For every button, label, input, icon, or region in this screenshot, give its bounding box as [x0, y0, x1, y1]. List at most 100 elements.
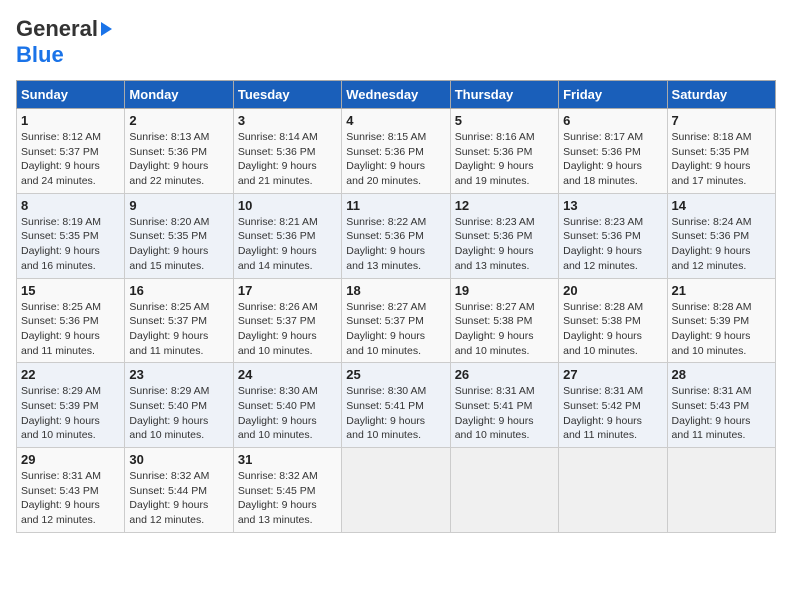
day-number: 30	[129, 452, 228, 467]
day-info: Sunrise: 8:20 AMSunset: 5:35 PMDaylight:…	[129, 215, 228, 274]
day-info: Sunrise: 8:23 AMSunset: 5:36 PMDaylight:…	[563, 215, 662, 274]
day-info: Sunrise: 8:24 AMSunset: 5:36 PMDaylight:…	[672, 215, 771, 274]
day-number: 26	[455, 367, 554, 382]
calendar-cell: 1 Sunrise: 8:12 AMSunset: 5:37 PMDaylight…	[17, 109, 125, 194]
day-number: 18	[346, 283, 445, 298]
day-info: Sunrise: 8:31 AMSunset: 5:43 PMDaylight:…	[21, 469, 120, 528]
day-info: Sunrise: 8:12 AMSunset: 5:37 PMDaylight:…	[21, 130, 120, 189]
day-info: Sunrise: 8:32 AMSunset: 5:44 PMDaylight:…	[129, 469, 228, 528]
calendar-week-row: 8 Sunrise: 8:19 AMSunset: 5:35 PMDaylight…	[17, 193, 776, 278]
day-number: 7	[672, 113, 771, 128]
calendar-cell: 7 Sunrise: 8:18 AMSunset: 5:35 PMDaylight…	[667, 109, 775, 194]
day-number: 24	[238, 367, 337, 382]
logo-arrow-icon	[101, 22, 112, 36]
day-number: 4	[346, 113, 445, 128]
calendar-week-row: 15 Sunrise: 8:25 AMSunset: 5:36 PMDayligh…	[17, 278, 776, 363]
day-info: Sunrise: 8:29 AMSunset: 5:39 PMDaylight:…	[21, 384, 120, 443]
calendar-cell: 17 Sunrise: 8:26 AMSunset: 5:37 PMDayligh…	[233, 278, 341, 363]
weekday-header: Sunday	[17, 81, 125, 109]
day-info: Sunrise: 8:30 AMSunset: 5:40 PMDaylight:…	[238, 384, 337, 443]
calendar-week-row: 22 Sunrise: 8:29 AMSunset: 5:39 PMDayligh…	[17, 363, 776, 448]
calendar-cell: 13 Sunrise: 8:23 AMSunset: 5:36 PMDayligh…	[559, 193, 667, 278]
day-info: Sunrise: 8:17 AMSunset: 5:36 PMDaylight:…	[563, 130, 662, 189]
calendar-cell: 19 Sunrise: 8:27 AMSunset: 5:38 PMDayligh…	[450, 278, 558, 363]
calendar-cell: 4 Sunrise: 8:15 AMSunset: 5:36 PMDaylight…	[342, 109, 450, 194]
calendar-cell: 5Sunrise: 8:16 AMSunset: 5:36 PMDaylight…	[450, 109, 558, 194]
day-info: Sunrise: 8:29 AMSunset: 5:40 PMDaylight:…	[129, 384, 228, 443]
calendar-cell: 22 Sunrise: 8:29 AMSunset: 5:39 PMDayligh…	[17, 363, 125, 448]
weekday-header: Tuesday	[233, 81, 341, 109]
day-info: Sunrise: 8:18 AMSunset: 5:35 PMDaylight:…	[672, 130, 771, 189]
calendar-cell	[450, 448, 558, 533]
weekday-header: Wednesday	[342, 81, 450, 109]
day-number: 21	[672, 283, 771, 298]
day-info: Sunrise: 8:13 AMSunset: 5:36 PMDaylight:…	[129, 130, 228, 189]
day-number: 31	[238, 452, 337, 467]
day-number: 25	[346, 367, 445, 382]
day-number: 16	[129, 283, 228, 298]
day-info: Sunrise: 8:26 AMSunset: 5:37 PMDaylight:…	[238, 300, 337, 359]
day-number: 3	[238, 113, 337, 128]
weekday-header: Thursday	[450, 81, 558, 109]
calendar-table: SundayMondayTuesdayWednesdayThursdayFrid…	[16, 80, 776, 533]
day-number: 10	[238, 198, 337, 213]
day-info: Sunrise: 8:27 AMSunset: 5:38 PMDaylight:…	[455, 300, 554, 359]
weekday-header: Saturday	[667, 81, 775, 109]
calendar-cell: 25 Sunrise: 8:30 AMSunset: 5:41 PMDayligh…	[342, 363, 450, 448]
calendar-cell: 3 Sunrise: 8:14 AMSunset: 5:36 PMDaylight…	[233, 109, 341, 194]
calendar-cell: 29 Sunrise: 8:31 AMSunset: 5:43 PMDayligh…	[17, 448, 125, 533]
calendar-week-row: 29 Sunrise: 8:31 AMSunset: 5:43 PMDayligh…	[17, 448, 776, 533]
calendar-cell: 18Sunrise: 8:27 AMSunset: 5:37 PMDayligh…	[342, 278, 450, 363]
day-number: 17	[238, 283, 337, 298]
calendar-cell: 6 Sunrise: 8:17 AMSunset: 5:36 PMDaylight…	[559, 109, 667, 194]
day-number: 6	[563, 113, 662, 128]
day-info: Sunrise: 8:21 AMSunset: 5:36 PMDaylight:…	[238, 215, 337, 274]
weekday-header: Monday	[125, 81, 233, 109]
day-number: 11	[346, 198, 445, 213]
day-number: 13	[563, 198, 662, 213]
calendar-cell	[342, 448, 450, 533]
calendar-cell: 21Sunrise: 8:28 AMSunset: 5:39 PMDayligh…	[667, 278, 775, 363]
day-number: 2	[129, 113, 228, 128]
day-info: Sunrise: 8:25 AMSunset: 5:37 PMDaylight:…	[129, 300, 228, 359]
day-number: 12	[455, 198, 554, 213]
calendar-cell: 14Sunrise: 8:24 AMSunset: 5:36 PMDayligh…	[667, 193, 775, 278]
day-number: 20	[563, 283, 662, 298]
calendar-cell: 10 Sunrise: 8:21 AMSunset: 5:36 PMDayligh…	[233, 193, 341, 278]
calendar-cell: 23Sunrise: 8:29 AMSunset: 5:40 PMDayligh…	[125, 363, 233, 448]
calendar-cell: 11 Sunrise: 8:22 AMSunset: 5:36 PMDayligh…	[342, 193, 450, 278]
day-number: 29	[21, 452, 120, 467]
calendar-cell: 24 Sunrise: 8:30 AMSunset: 5:40 PMDayligh…	[233, 363, 341, 448]
logo-general: General	[16, 16, 98, 42]
calendar-cell	[559, 448, 667, 533]
day-number: 19	[455, 283, 554, 298]
day-info: Sunrise: 8:23 AMSunset: 5:36 PMDaylight:…	[455, 215, 554, 274]
day-info: Sunrise: 8:31 AMSunset: 5:42 PMDaylight:…	[563, 384, 662, 443]
day-info: Sunrise: 8:22 AMSunset: 5:36 PMDaylight:…	[346, 215, 445, 274]
calendar-header-row: SundayMondayTuesdayWednesdayThursdayFrid…	[17, 81, 776, 109]
day-info: Sunrise: 8:30 AMSunset: 5:41 PMDaylight:…	[346, 384, 445, 443]
day-info: Sunrise: 8:31 AMSunset: 5:43 PMDaylight:…	[672, 384, 771, 443]
day-info: Sunrise: 8:14 AMSunset: 5:36 PMDaylight:…	[238, 130, 337, 189]
calendar-cell: 26 Sunrise: 8:31 AMSunset: 5:41 PMDayligh…	[450, 363, 558, 448]
day-number: 15	[21, 283, 120, 298]
day-number: 8	[21, 198, 120, 213]
day-number: 1	[21, 113, 120, 128]
day-info: Sunrise: 8:32 AMSunset: 5:45 PMDaylight:…	[238, 469, 337, 528]
day-info: Sunrise: 8:19 AMSunset: 5:35 PMDaylight:…	[21, 215, 120, 274]
day-info: Sunrise: 8:28 AMSunset: 5:38 PMDaylight:…	[563, 300, 662, 359]
logo-blue: Blue	[16, 42, 64, 67]
day-number: 9	[129, 198, 228, 213]
day-info: Sunrise: 8:25 AMSunset: 5:36 PMDaylight:…	[21, 300, 120, 359]
calendar-cell: 9 Sunrise: 8:20 AMSunset: 5:35 PMDaylight…	[125, 193, 233, 278]
calendar-cell: 30 Sunrise: 8:32 AMSunset: 5:44 PMDayligh…	[125, 448, 233, 533]
day-number: 22	[21, 367, 120, 382]
calendar-cell	[667, 448, 775, 533]
calendar-cell: 16 Sunrise: 8:25 AMSunset: 5:37 PMDayligh…	[125, 278, 233, 363]
weekday-header: Friday	[559, 81, 667, 109]
calendar-cell: 28Sunrise: 8:31 AMSunset: 5:43 PMDayligh…	[667, 363, 775, 448]
calendar-cell: 27Sunrise: 8:31 AMSunset: 5:42 PMDayligh…	[559, 363, 667, 448]
day-info: Sunrise: 8:31 AMSunset: 5:41 PMDaylight:…	[455, 384, 554, 443]
day-info: Sunrise: 8:15 AMSunset: 5:36 PMDaylight:…	[346, 130, 445, 189]
calendar-cell: 31 Sunrise: 8:32 AMSunset: 5:45 PMDayligh…	[233, 448, 341, 533]
